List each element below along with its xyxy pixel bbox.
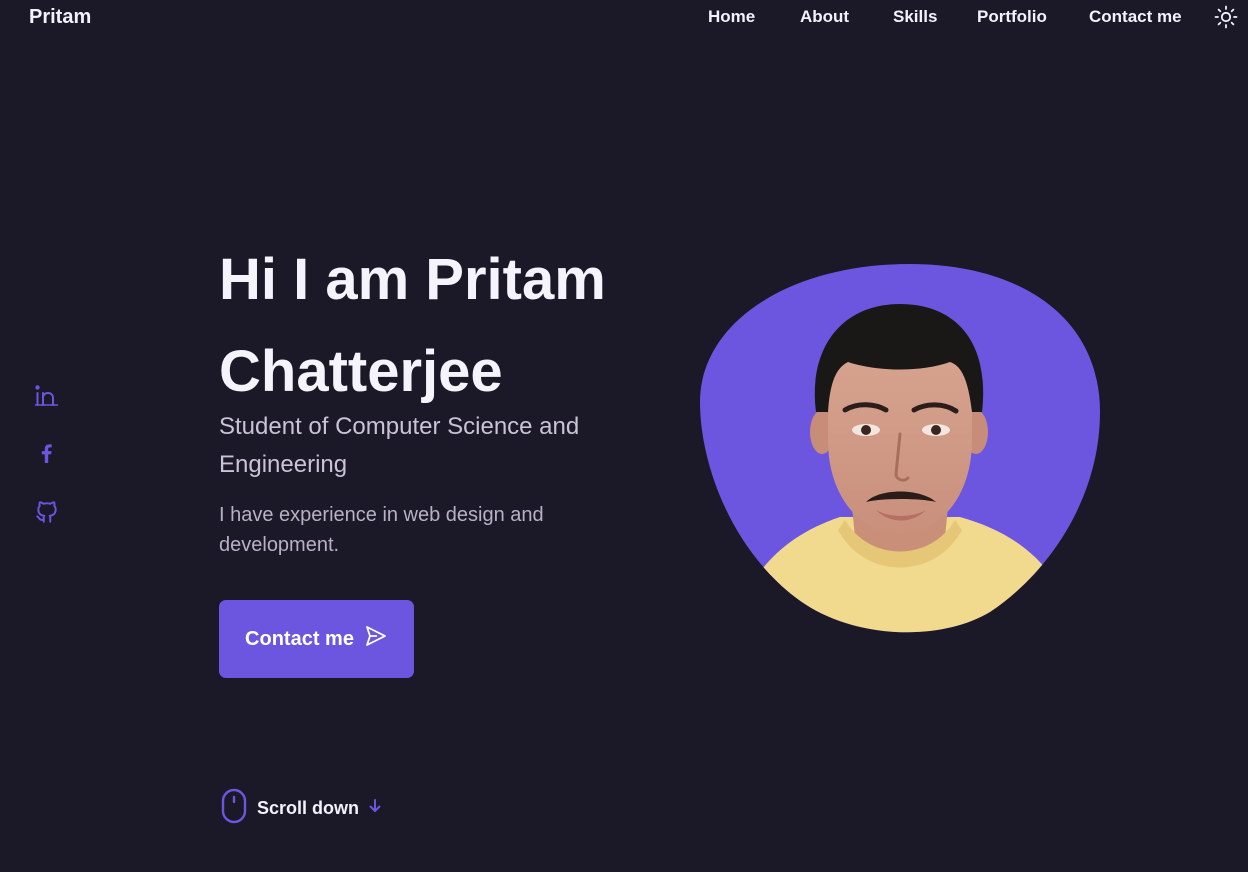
arrow-down-icon: [367, 798, 383, 819]
github-icon[interactable]: [34, 499, 60, 525]
nav-about[interactable]: About: [800, 7, 849, 27]
page: Pritam Home About Skills Portfolio Conta…: [0, 0, 1248, 872]
nav-portfolio[interactable]: Portfolio: [977, 7, 1047, 27]
nav-contact[interactable]: Contact me: [1089, 7, 1182, 27]
hero-title: Hi I am Pritam Chatterjee: [219, 234, 689, 418]
hero-subtitle: Student of Computer Science and Engineer…: [219, 413, 580, 478]
scroll-down-label: Scroll down: [257, 797, 360, 818]
hero-title-line-1: Hi I am Pritam: [219, 247, 606, 312]
facebook-icon[interactable]: [34, 441, 60, 467]
hero-title-line-2: Chatterjee: [219, 339, 503, 404]
send-icon: [364, 624, 388, 654]
contact-me-button[interactable]: Contact me: [219, 600, 414, 678]
sun-icon[interactable]: [1214, 5, 1238, 29]
scroll-down-link[interactable]: Scroll down: [221, 788, 383, 829]
nav-skills[interactable]: Skills: [893, 7, 937, 27]
main-nav: Home About Skills Portfolio Contact me: [0, 7, 1248, 31]
profile-blob: [700, 262, 1100, 637]
nav-home[interactable]: Home: [708, 7, 755, 27]
profile-photo: [700, 264, 1100, 633]
linkedin-icon[interactable]: [34, 383, 60, 409]
contact-button-label: Contact me: [245, 627, 354, 650]
hero-description: I have experience in web design and deve…: [219, 504, 544, 556]
mouse-icon: [221, 788, 247, 829]
